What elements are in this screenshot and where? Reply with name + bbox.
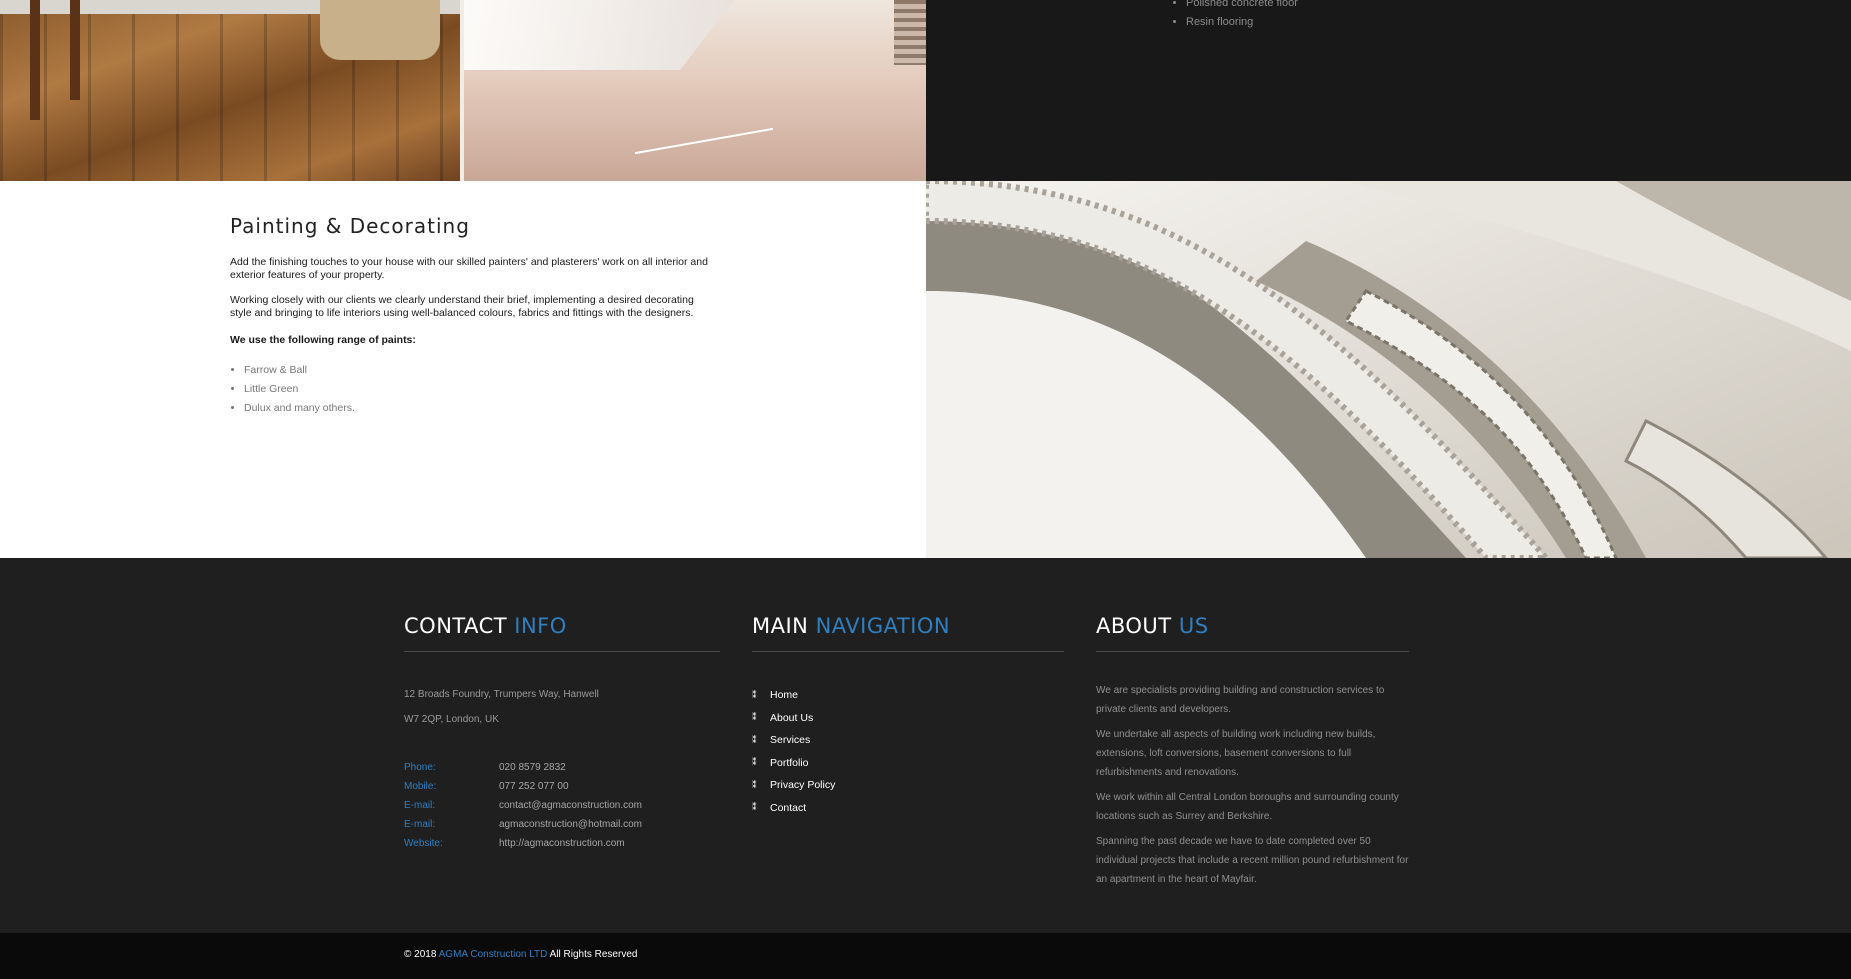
website-link[interactable]: http://agmaconstruction.com [499, 834, 625, 853]
rights-text: All Rights Reserved [549, 949, 638, 960]
main-navigation-column: MAIN NAVIGATION ⁑ Home ⁑ About Us ⁑ Service… [752, 614, 1064, 819]
copyright-bar: © 2018 AGMA Construction LTD All Rights … [0, 933, 1851, 979]
nav-label: Privacy Policy [770, 779, 836, 792]
website-row: Website: http://agmaconstruction.com [404, 834, 720, 853]
contact-details: Phone: 020 8579 2832 Mobile: 077 252 077… [404, 758, 720, 853]
double-chevron-icon: ⁑ [752, 802, 757, 813]
detail-paragraph: Working closely with our clients we clea… [230, 294, 694, 319]
double-chevron-icon: ⁑ [752, 712, 757, 723]
phone-value[interactable]: 020 8579 2832 [499, 758, 566, 777]
wood-floor-image [0, 0, 460, 181]
double-chevron-icon: ⁑ [752, 757, 757, 768]
double-chevron-icon: ⁑ [752, 689, 757, 700]
about-paragraph: We work within all Central London boroug… [1096, 792, 1399, 822]
site-footer: CONTACT INFO 12 Broads Foundry, Trumpers… [0, 558, 1851, 933]
contact-label: Website: [404, 838, 443, 849]
contact-label: E-mail: [404, 819, 436, 830]
painting-section: Painting & Decorating Add the finishing … [230, 214, 710, 418]
copyright-year: © 2018 [404, 949, 437, 960]
heading-rule [404, 651, 720, 652]
about-paragraph: We undertake all aspects of building wor… [1096, 729, 1376, 778]
about-us-heading: ABOUT US [1096, 614, 1409, 638]
about-us-column: ABOUT US We are specialists providing bu… [1096, 614, 1409, 895]
address: 12 Broads Foundry, Trumpers Way, Hanwell… [404, 682, 720, 732]
list-item: Dulux and many others. [244, 399, 710, 418]
nav-item-about-us[interactable]: ⁑ About Us [752, 707, 1064, 730]
contact-label: Phone: [404, 762, 436, 773]
email-row: E-mail: agmaconstruction@hotmail.com [404, 815, 720, 834]
heading-main: CONTACT [404, 614, 508, 638]
heading-main: MAIN [752, 614, 809, 638]
contact-label: Mobile: [404, 781, 437, 792]
paints-heading: We use the following range of paints: [230, 334, 416, 346]
list-item: Farrow & Ball [244, 361, 710, 380]
nav-label: Contact [770, 801, 807, 814]
section-title: Painting & Decorating [230, 214, 470, 238]
company-link[interactable]: AGMA Construction LTD [439, 949, 548, 960]
list-item: Polished concrete floor [1186, 0, 1298, 13]
heading-main: ABOUT [1096, 614, 1172, 638]
flooring-panel: Polished concrete floor Resin flooring [926, 0, 1851, 181]
list-item: Resin flooring [1186, 13, 1298, 32]
resin-floor-image [464, 0, 926, 181]
heading-rule [752, 651, 1064, 652]
nav-label: Home [770, 689, 799, 702]
heading-accent: US [1178, 614, 1209, 638]
email-link[interactable]: contact@agmaconstruction.com [499, 796, 642, 815]
cornice-illustration [926, 181, 1851, 558]
nav-item-home[interactable]: ⁑ Home [752, 684, 1064, 707]
email-row: E-mail: contact@agmaconstruction.com [404, 796, 720, 815]
nav-item-contact[interactable]: ⁑ Contact [752, 797, 1064, 820]
about-text: We are specialists providing building an… [1096, 681, 1409, 889]
nav-item-privacy-policy[interactable]: ⁑ Privacy Policy [752, 774, 1064, 797]
flooring-list: Polished concrete floor Resin flooring [1172, 0, 1298, 32]
heading-accent: NAVIGATION [815, 614, 951, 638]
double-chevron-icon: ⁑ [752, 734, 757, 745]
main-navigation-heading: MAIN NAVIGATION [752, 614, 1064, 638]
address-line: 12 Broads Foundry, Trumpers Way, Hanwell [404, 689, 599, 700]
nav-label: Services [770, 734, 811, 747]
nav-item-portfolio[interactable]: ⁑ Portfolio [752, 752, 1064, 775]
cornice-image [926, 181, 1851, 558]
mobile-value[interactable]: 077 252 077 00 [499, 777, 569, 796]
contact-label: E-mail: [404, 800, 436, 811]
heading-rule [1096, 651, 1409, 652]
phone-row: Phone: 020 8579 2832 [404, 758, 720, 777]
paints-list: Farrow & Ball Little Green Dulux and man… [230, 361, 710, 418]
about-paragraph: We are specialists providing building an… [1096, 685, 1385, 715]
list-item: Little Green [244, 380, 710, 399]
heading-accent: INFO [514, 614, 567, 638]
contact-info-column: CONTACT INFO 12 Broads Foundry, Trumpers… [404, 614, 720, 853]
address-line: W7 2QP, London, UK [404, 714, 499, 725]
contact-info-heading: CONTACT INFO [404, 614, 720, 638]
copyright-text: © 2018 AGMA Construction LTD All Rights … [404, 949, 637, 960]
intro-paragraph: Add the finishing touches to your house … [230, 256, 708, 281]
about-paragraph: Spanning the past decade we have to date… [1096, 836, 1409, 885]
footer-nav: ⁑ Home ⁑ About Us ⁑ Services ⁑ Portfolio ⁑ Pr… [752, 684, 1064, 819]
double-chevron-icon: ⁑ [752, 779, 757, 790]
nav-label: About Us [770, 711, 814, 724]
nav-label: Portfolio [770, 756, 809, 769]
nav-item-services[interactable]: ⁑ Services [752, 729, 1064, 752]
mobile-row: Mobile: 077 252 077 00 [404, 777, 720, 796]
email-link[interactable]: agmaconstruction@hotmail.com [499, 815, 642, 834]
